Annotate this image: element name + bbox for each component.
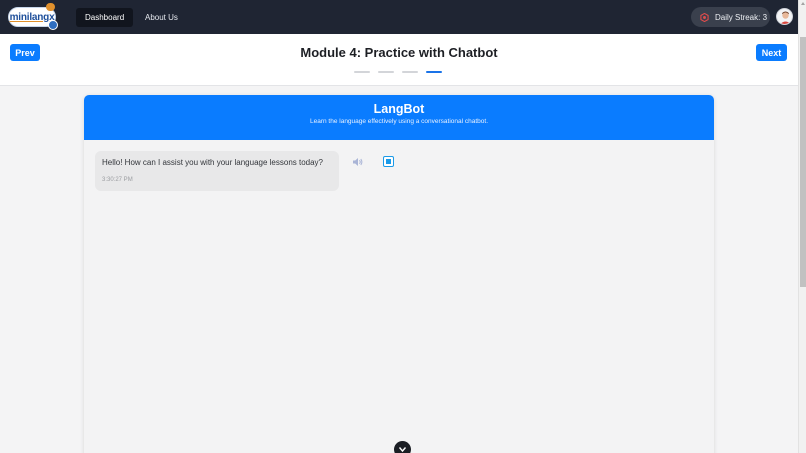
bot-message-bubble: Hello! How can I assist you with your la…	[95, 151, 339, 191]
next-button[interactable]: Next	[756, 44, 787, 61]
daily-streak-label: Daily Streak: 3	[715, 12, 768, 22]
daily-streak-badge[interactable]: Daily Streak: 3	[691, 7, 770, 27]
progress-step	[402, 71, 418, 73]
scrollbar-thumb[interactable]	[800, 37, 806, 287]
scroll-down-button[interactable]	[394, 441, 411, 453]
chevron-down-icon	[398, 447, 407, 453]
nav-link-about-us[interactable]: About Us	[136, 8, 187, 27]
logo-globe-icon	[48, 20, 58, 30]
nav-link-dashboard[interactable]: Dashboard	[76, 8, 134, 27]
chatbot-subtitle: Learn the language effectively using a c…	[309, 118, 489, 125]
logo-chat-bubble-icon	[46, 3, 55, 11]
app-logo[interactable]: minilangx	[8, 3, 58, 30]
speaker-icon[interactable]	[352, 157, 364, 167]
user-avatar[interactable]	[776, 8, 793, 25]
chatbot-header: LangBot Learn the language effectively u…	[84, 95, 714, 140]
stop-audio-button[interactable]	[383, 156, 394, 167]
progress-step	[354, 71, 370, 73]
bot-message-text: Hello! How can I assist you with your la…	[102, 158, 324, 167]
progress-step	[378, 71, 394, 73]
logo-text: minilangx	[9, 11, 55, 23]
streak-hexagon-icon	[700, 12, 709, 22]
module-header: Prev Module 4: Practice with Chatbot Nex…	[0, 34, 798, 86]
progress-step-current	[426, 71, 442, 73]
chatbot-panel: LangBot Learn the language effectively u…	[84, 95, 714, 453]
top-navbar: minilangx Dashboard About Us Daily Strea…	[0, 0, 798, 34]
user-avatar-icon	[780, 11, 791, 24]
module-title: Module 4: Practice with Chatbot	[300, 45, 498, 60]
chatbot-title: LangBot	[373, 102, 425, 116]
page-scrollbar[interactable]	[798, 0, 806, 453]
module-progress-steps	[354, 71, 442, 73]
bot-message-timestamp: 3:30:27 PM	[102, 177, 133, 183]
scroll-up-arrow-icon[interactable]	[801, 2, 805, 5]
